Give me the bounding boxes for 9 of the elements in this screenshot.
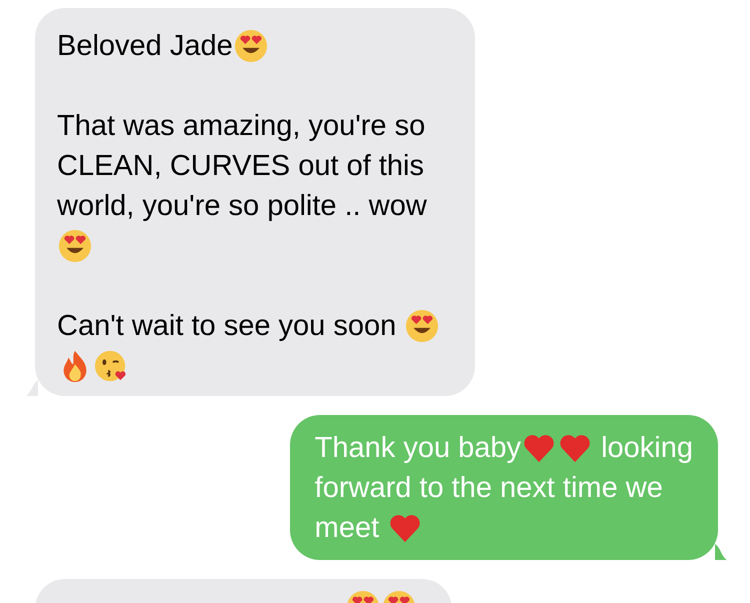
message-text: Can't wait to see you soon xyxy=(57,309,398,344)
message-text: meet xyxy=(314,511,380,546)
message-text: looking xyxy=(600,431,693,466)
message-text: CLEAN, CURVES out of this xyxy=(57,149,424,184)
message-text: world, you're so polite .. wow xyxy=(57,189,427,224)
message-text: Thank you baby xyxy=(314,431,522,466)
message-text: That was amazing, you're so xyxy=(57,109,426,144)
message-text: forward to the next time we xyxy=(314,471,663,506)
message-text: Beloved Jade xyxy=(57,29,233,64)
